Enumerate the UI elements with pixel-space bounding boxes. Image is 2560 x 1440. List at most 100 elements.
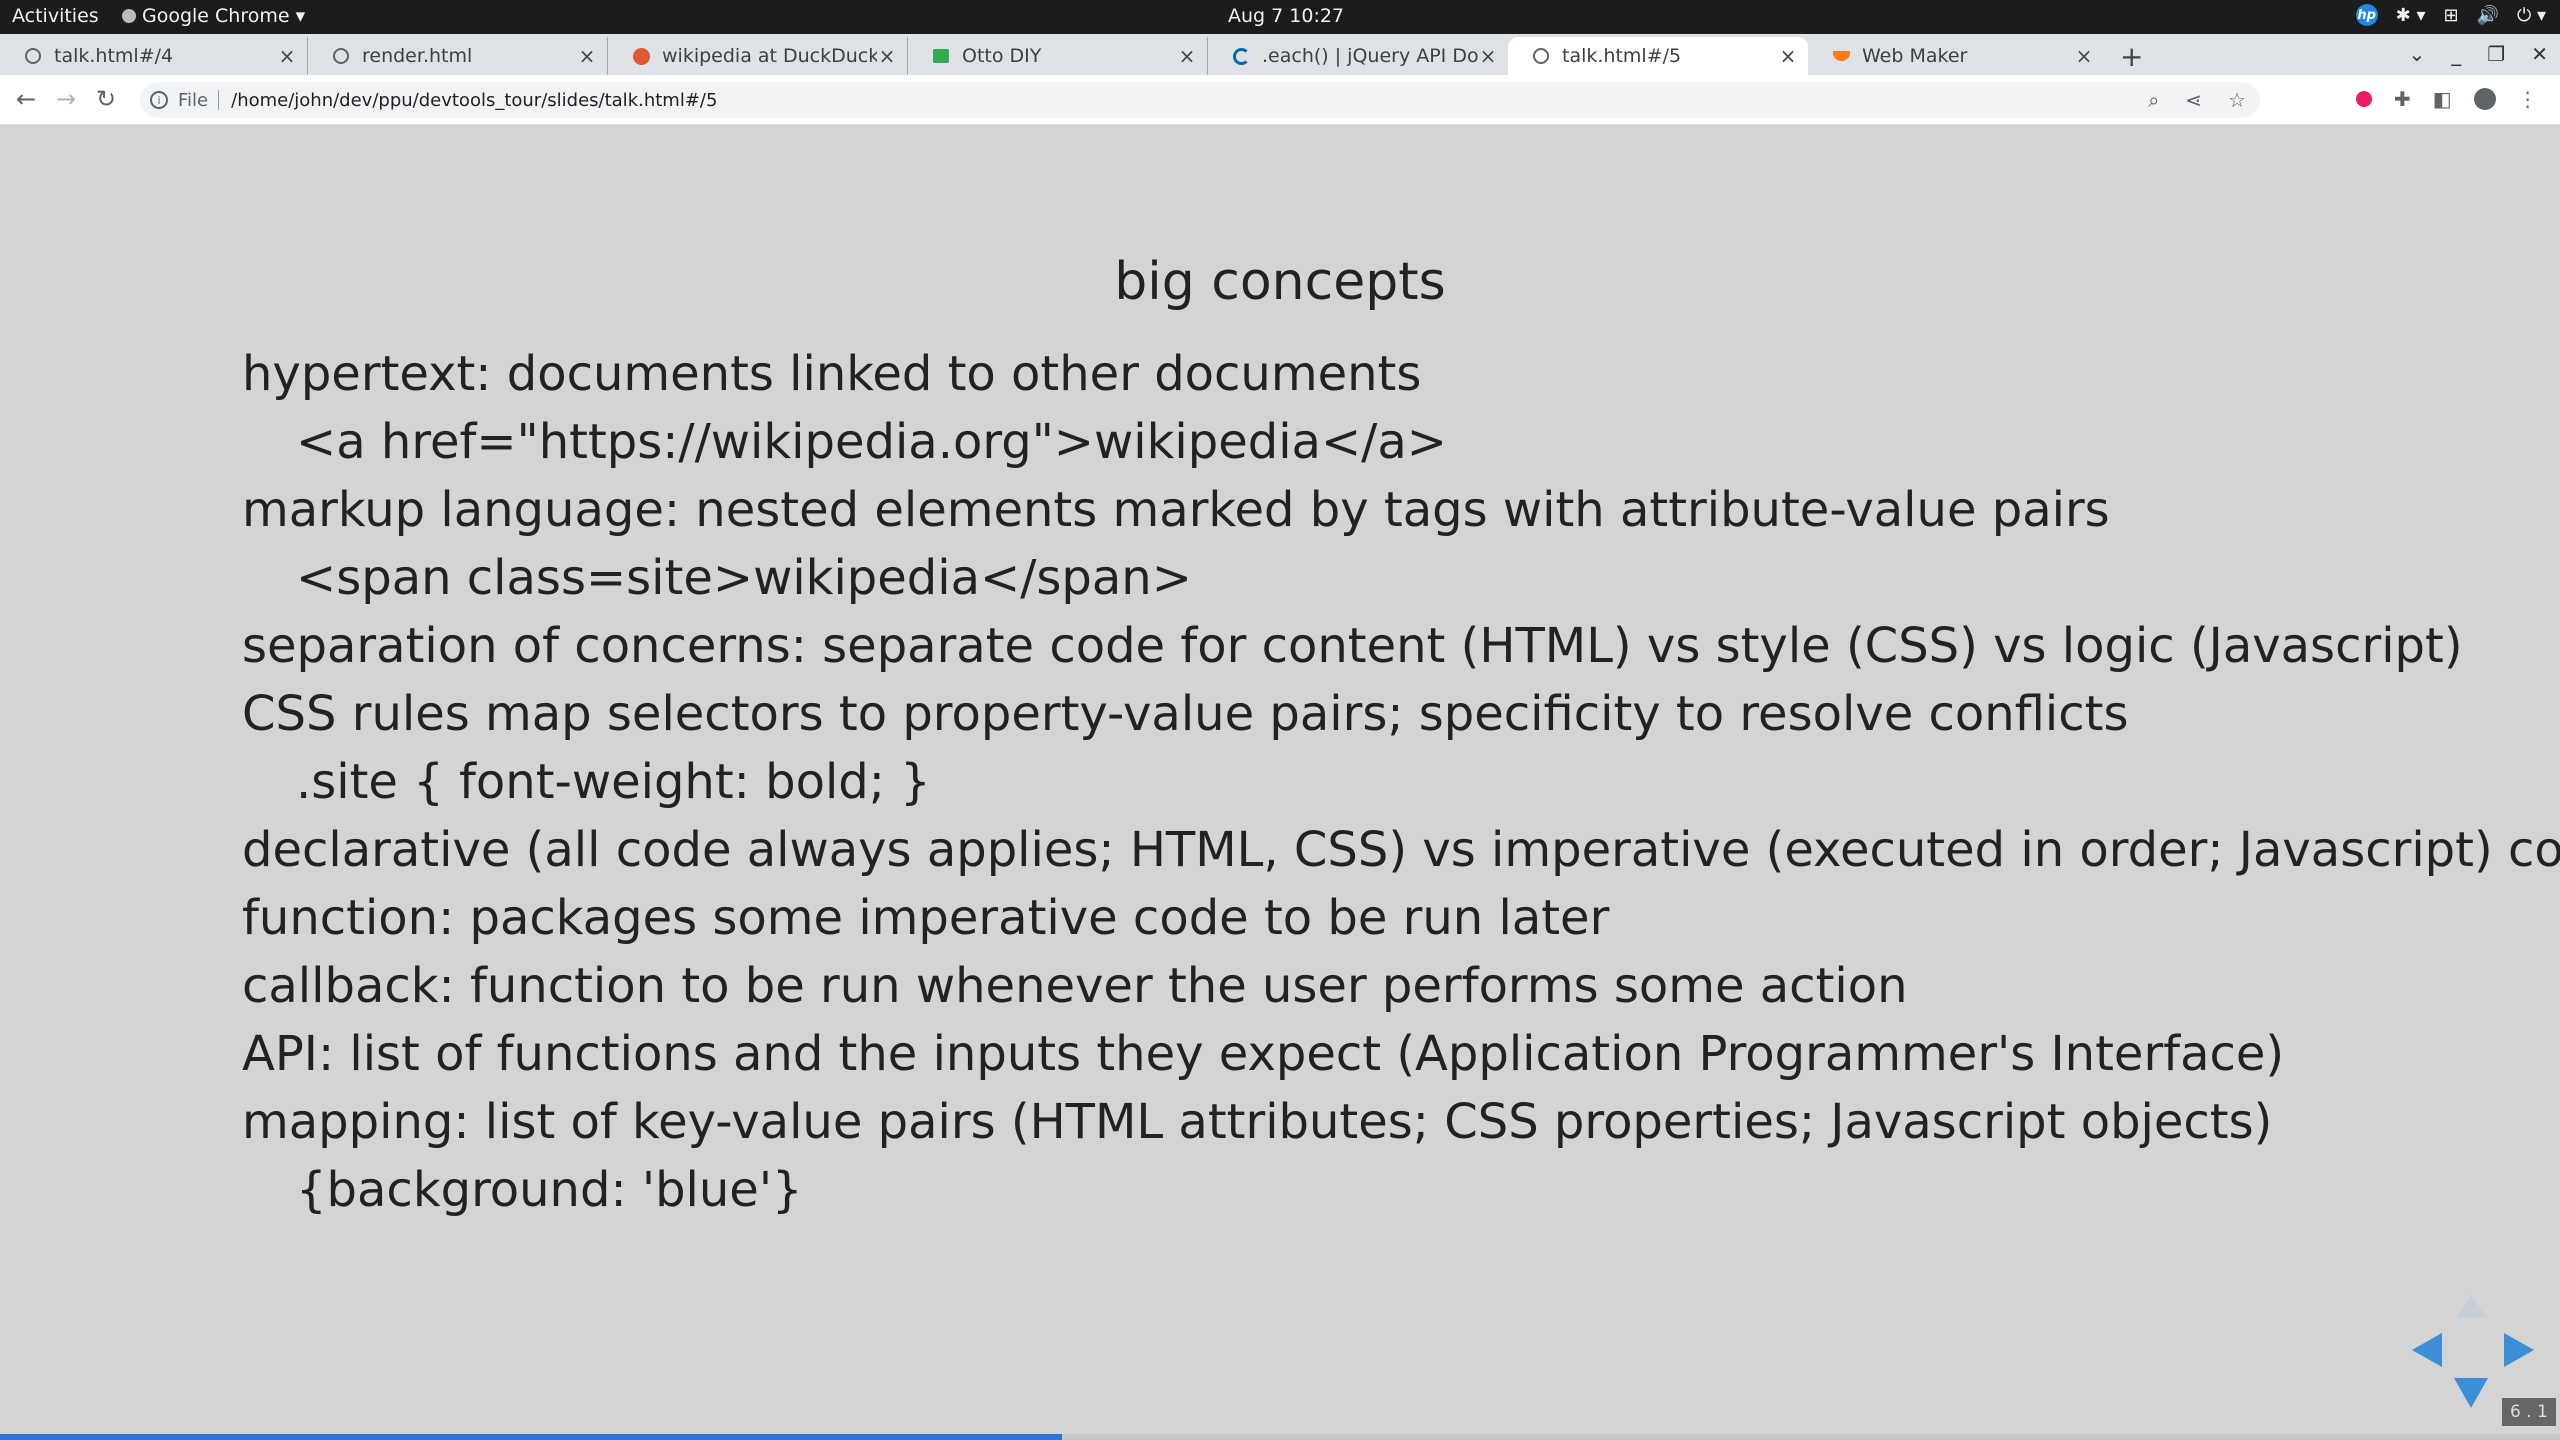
list-item-text: function: packages some imperative code …: [242, 890, 1610, 946]
tab-title: talk.html#/4: [54, 45, 174, 67]
puzzle-extensions-icon[interactable]: ✚: [2394, 87, 2411, 111]
list-item-text: separation of concerns: separate code fo…: [242, 618, 2463, 674]
tab-jquery-each[interactable]: .each() | jQuery API Docur ×: [1208, 37, 1508, 75]
url-scheme: File: [178, 89, 209, 111]
hp-icon[interactable]: hp: [2355, 4, 2378, 26]
close-icon[interactable]: ×: [277, 44, 297, 68]
slide-number: 6 . 1: [2502, 1398, 2556, 1426]
bookmark-star-icon[interactable]: ☆: [2228, 88, 2246, 112]
tab-title: Otto DIY: [962, 45, 1042, 67]
close-icon[interactable]: ×: [2074, 44, 2094, 68]
close-icon[interactable]: ×: [1478, 44, 1498, 68]
list-item: separation of concerns: separate code fo…: [242, 622, 2463, 670]
reload-icon[interactable]: ↻: [96, 85, 116, 113]
globe-icon: [1532, 47, 1550, 65]
system-tray[interactable]: hp ✱ ▾ ⊞ 🔊 ⏻ ▾: [2355, 4, 2546, 26]
list-item: mapping: list of key-value pairs (HTML a…: [242, 1098, 2272, 1146]
progress-fill: [0, 1434, 1063, 1440]
close-icon[interactable]: ×: [1177, 44, 1197, 68]
list-item-text: CSS rules map selectors to property-valu…: [242, 686, 2129, 742]
list-item: callback: function to be run whenever th…: [242, 962, 1908, 1010]
url-text[interactable]: /home/john/dev/ppu/devtools_tour/slides/…: [231, 90, 717, 111]
list-item-text: markup language: nested elements marked …: [242, 482, 2110, 538]
volume-icon[interactable]: 🔊: [2477, 5, 2499, 26]
close-icon[interactable]: ×: [577, 44, 597, 68]
close-icon[interactable]: ×: [1778, 44, 1798, 68]
new-tab-button[interactable]: +: [2120, 40, 2143, 73]
record-extension-icon[interactable]: [2356, 91, 2372, 107]
sub-list-item: <a href="https://wikipedia.org">wikipedi…: [296, 418, 1447, 466]
duckduckgo-icon: [632, 47, 650, 65]
side-panel-icon[interactable]: ◧: [2433, 87, 2452, 111]
nav-down-arrow-icon[interactable]: [2454, 1378, 2488, 1408]
tab-title: render.html: [362, 45, 473, 67]
jquery-icon: [1232, 47, 1250, 65]
share-icon[interactable]: ⋖: [2185, 88, 2202, 112]
nav-right-arrow-icon[interactable]: [2504, 1333, 2534, 1367]
list-item: declarative (all code always applies; HT…: [242, 826, 2560, 874]
list-item-text: hypertext: documents linked to other doc…: [242, 346, 1422, 402]
tab-otto-diy[interactable]: Otto DIY ×: [908, 37, 1208, 75]
tab-duckduckgo[interactable]: wikipedia at DuckDuckGo ×: [608, 37, 908, 75]
tab-title: Web Maker: [1862, 45, 1968, 67]
system-top-bar: Activities Google Chrome ▾ Aug 7 10:27 h…: [0, 0, 2560, 34]
tab-title: wikipedia at DuckDuckGo: [662, 45, 877, 67]
list-item-text: <a href="https://wikipedia.org">wikipedi…: [296, 414, 1447, 470]
tab-title: talk.html#/5: [1562, 45, 1682, 67]
maximize-icon[interactable]: ❐: [2487, 42, 2505, 66]
list-item-text: .site { font-weight: bold; }: [296, 754, 931, 810]
list-item: markup language: nested elements marked …: [242, 486, 2110, 534]
zoom-icon[interactable]: ⌕: [2148, 88, 2159, 112]
list-item-text: mapping: list of key-value pairs (HTML a…: [242, 1094, 2273, 1150]
tab-talk-4[interactable]: talk.html#/4 ×: [0, 37, 308, 75]
sub-list-item: <span class=site>wikipedia</span>: [296, 554, 1192, 602]
nav-up-arrow-icon[interactable]: [2456, 1295, 2486, 1317]
app-menu[interactable]: Google Chrome ▾: [122, 5, 305, 27]
list-item-text: <span class=site>wikipedia</span>: [296, 550, 1192, 606]
minimize-icon[interactable]: _: [2451, 42, 2461, 66]
globe-icon: [24, 47, 42, 65]
browser-toolbar: ← → ↻ i File /home/john/dev/ppu/devtools…: [0, 75, 2560, 125]
otto-icon: [932, 47, 950, 65]
profile-avatar-icon[interactable]: [2473, 88, 2496, 110]
extensions-area: ✚ ◧ ⋮: [2356, 87, 2538, 111]
tab-web-maker[interactable]: Web Maker ×: [1808, 37, 2104, 75]
close-icon[interactable]: ×: [877, 44, 897, 68]
window-controls: ⌄ _ ❐ ✕: [2409, 42, 2548, 66]
tab-render[interactable]: render.html ×: [308, 37, 608, 75]
chrome-icon: [122, 9, 136, 23]
globe-icon: [332, 47, 350, 65]
power-icon[interactable]: ⏻ ▾: [2517, 5, 2546, 26]
sub-list-item: {background: 'blue'}: [296, 1166, 803, 1214]
activities-button[interactable]: Activities: [12, 5, 99, 27]
progress-bar[interactable]: [0, 1434, 2560, 1440]
list-item: function: packages some imperative code …: [242, 894, 1609, 942]
close-window-icon[interactable]: ✕: [2531, 42, 2548, 66]
divider: [218, 90, 220, 110]
back-arrow-icon[interactable]: ←: [16, 85, 36, 113]
list-item-text: declarative (all code always applies; HT…: [242, 822, 2560, 878]
clock[interactable]: Aug 7 10:27: [1228, 5, 1344, 27]
kebab-menu-icon[interactable]: ⋮: [2518, 87, 2538, 111]
tab-strip: talk.html#/4 × render.html × wikipedia a…: [0, 34, 2560, 75]
forward-arrow-icon[interactable]: →: [56, 85, 76, 113]
app-menu-label: Google Chrome: [142, 5, 290, 27]
slide-title: big concepts: [1114, 252, 1446, 312]
list-item-text: {background: 'blue'}: [296, 1162, 803, 1218]
list-item: API: list of functions and the inputs th…: [242, 1030, 2284, 1078]
omnibox-actions: ⌕ ⋖ ☆: [2148, 88, 2246, 112]
list-item: CSS rules map selectors to property-valu…: [242, 690, 2128, 738]
list-item-text: API: list of functions and the inputs th…: [242, 1026, 2285, 1082]
address-bar[interactable]: i File /home/john/dev/ppu/devtools_tour/…: [140, 82, 2260, 118]
webmaker-icon: [1832, 47, 1850, 65]
tab-search-icon[interactable]: ⌄: [2409, 42, 2426, 66]
accessibility-icon[interactable]: ✱ ▾: [2396, 5, 2426, 26]
info-icon[interactable]: i: [150, 91, 168, 109]
caret-down-icon: ▾: [295, 5, 306, 27]
tab-talk-5[interactable]: talk.html#/5 ×: [1508, 37, 1808, 75]
network-icon[interactable]: ⊞: [2443, 5, 2458, 26]
nav-left-arrow-icon[interactable]: [2412, 1333, 2442, 1367]
tab-title: .each() | jQuery API Docur: [1262, 45, 1478, 67]
sub-list-item: .site { font-weight: bold; }: [296, 758, 931, 806]
list-item: hypertext: documents linked to other doc…: [242, 350, 1421, 398]
